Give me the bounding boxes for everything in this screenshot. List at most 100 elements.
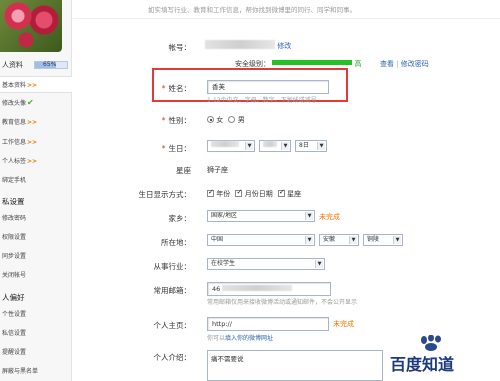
profile-progress-bar: 65%	[34, 61, 68, 69]
homepage-status: 未完成	[333, 320, 354, 328]
birth-month-select[interactable]: ▼	[259, 140, 291, 152]
profile-progress-text: 65%	[43, 61, 57, 68]
avatar[interactable]	[0, 0, 62, 52]
sidebar-section-preferences: 人偏好	[2, 293, 25, 302]
sidebar-item-education[interactable]: 教育信息>>	[0, 114, 72, 131]
gender-options: 女 男	[207, 115, 245, 125]
chevron-down-icon: ▼	[305, 212, 313, 220]
chevron-down-icon: ▼	[317, 142, 325, 150]
intro-textarea[interactable]: 痛不需要说	[207, 350, 383, 381]
birth-year-select[interactable]: ▼	[207, 140, 255, 152]
sidebar-item-sync[interactable]: 同步设置	[0, 248, 72, 265]
chevron-down-icon: ▼	[281, 142, 289, 150]
industry-value: 在校学生	[211, 260, 236, 267]
security-level-bar	[272, 60, 353, 65]
sidebar-item-notifications[interactable]: 提醒设置	[0, 344, 72, 361]
gender-male-label: 男	[237, 116, 245, 124]
sidebar-item-label: 同步设置	[2, 253, 27, 260]
page-hint: 如实填写行业、教育和工作信息，帮你找到微博里的同行、同学和同事。	[148, 6, 356, 14]
homepage-input[interactable]: http://	[207, 317, 329, 331]
chevron-down-icon: ▼	[245, 142, 253, 150]
homepage-label: 个人主页：	[153, 321, 192, 330]
view-security-link[interactable]: 查看	[380, 60, 394, 68]
birth-month-redacted	[263, 141, 277, 147]
account-row: 修改	[205, 40, 291, 51]
sidebar-item-avatar[interactable]: 修改头像✔	[0, 94, 72, 111]
birth-day-value: 8日	[299, 142, 309, 149]
chevron-right-icon: >>	[27, 119, 38, 126]
birthday-label-text: 生日：	[168, 144, 192, 153]
sidebar-item-work[interactable]: 工作信息>>	[0, 134, 72, 151]
sidebar-item-personalize[interactable]: 个性设置	[0, 306, 72, 323]
hometown-status: 未完成	[319, 213, 340, 221]
sidebar-item-label: 提醒设置	[2, 349, 27, 356]
sidebar-item-label: 教育信息	[2, 119, 27, 126]
sidebar-item-label: 私信设置	[2, 330, 27, 337]
industry-label: 从事行业：	[153, 262, 192, 271]
sidebar-item-change-password[interactable]: 修改密码	[0, 210, 72, 227]
baidu-zhidao-watermark: 百度知道	[390, 335, 498, 377]
sidebar-item-label: 修改头像	[2, 100, 27, 107]
sidebar-item-messages[interactable]: 私信设置	[0, 325, 72, 342]
email-input[interactable]: 46	[207, 282, 331, 296]
zodiac-label: 星座	[176, 166, 191, 175]
link-separator: |	[396, 60, 399, 68]
change-password-link[interactable]: 修改密码	[401, 60, 429, 68]
chevron-right-icon: >>	[27, 82, 38, 89]
birthday-display-options: 年份 月份日期 星座	[207, 188, 301, 199]
sidebar-item-blocklist[interactable]: 屏蔽与黑名单	[0, 363, 72, 380]
sidebar-item-label: 修改密码	[2, 215, 27, 222]
paw-logo-icon	[421, 335, 441, 351]
birth-year-redacted	[211, 141, 239, 147]
name-label: * 姓名：	[73, 83, 191, 94]
show-zodiac-checkbox[interactable]	[277, 188, 285, 197]
main-panel: 如实填写行业、教育和工作信息，帮你找到微博里的同行、同学和同事。 帐号： 修改 …	[73, 0, 500, 381]
birth-day-select[interactable]: 8日 ▼	[295, 140, 327, 152]
gender-male-radio[interactable]	[228, 116, 236, 123]
city-select[interactable]: 铜陵 ▼	[363, 234, 403, 246]
sidebar-item-label: 关闭帐号	[2, 272, 27, 279]
show-date-label: 月份日期	[244, 190, 273, 198]
chevron-down-icon: ▼	[393, 236, 401, 244]
email-label: 常用邮箱：	[153, 286, 192, 295]
name-hint: 1-12个中文、字母、数字、下划线或减号	[207, 97, 317, 104]
hometown-label: 家乡：	[168, 214, 192, 223]
required-mark: *	[161, 116, 166, 125]
watermark-text: 百度知道	[390, 355, 455, 374]
sidebar-item-bind-phone[interactable]: 绑定手机	[0, 172, 72, 189]
sidebar-item-close-account[interactable]: 关闭帐号	[0, 267, 72, 284]
province-select[interactable]: 安徽 ▼	[319, 234, 359, 246]
sidebar-item-permissions[interactable]: 权限设置	[0, 229, 72, 246]
hometown-value: 国家/地区	[211, 212, 238, 219]
sidebar-item-label: 工作信息	[2, 139, 27, 146]
hometown-select[interactable]: 国家/地区 ▼	[207, 210, 315, 222]
email-redacted	[222, 285, 293, 291]
sidebar-item-basic-info[interactable]: 基本资料>>	[0, 76, 72, 93]
sidebar: 人资料 65% 基本资料>> 修改头像✔ 教育信息>> 工作信息>> 个人标签>…	[0, 0, 72, 381]
homepage-fill-link[interactable]: 填入你的微博网址	[225, 335, 273, 342]
country-select[interactable]: 中国 ▼	[207, 234, 315, 246]
chevron-down-icon: ▼	[305, 236, 313, 244]
show-year-checkbox[interactable]	[207, 188, 214, 197]
homepage-hint-prefix: 你可以	[207, 335, 226, 342]
sidebar-item-label: 屏蔽与黑名单	[2, 368, 39, 375]
name-input[interactable]: 香芙	[207, 80, 329, 94]
gender-label-text: 性别：	[168, 116, 192, 125]
sidebar-item-label: 权限设置	[2, 234, 27, 241]
account-label: 帐号：	[168, 43, 192, 52]
required-mark: *	[161, 144, 166, 153]
intro-label: 个人介绍：	[153, 353, 192, 362]
edit-account-link[interactable]: 修改	[277, 42, 291, 50]
birthday-display-label: 生日显示方式：	[138, 190, 192, 199]
chevron-down-icon: ▼	[349, 236, 357, 244]
divider	[73, 18, 500, 19]
show-date-checkbox[interactable]	[235, 188, 243, 197]
sidebar-item-label: 个性设置	[2, 311, 27, 318]
email-hint: 常用邮箱仅用来接收微博活动或通知邮件，不会公开显示	[207, 299, 358, 306]
sidebar-item-tags[interactable]: 个人标签>>	[0, 153, 72, 170]
chevron-right-icon: >>	[27, 139, 38, 146]
homepage-hint: 你可以填入你的微博网址	[207, 333, 273, 342]
gender-female-radio[interactable]	[207, 116, 214, 123]
industry-select[interactable]: 在校学生 ▼	[207, 258, 325, 270]
profile-completion: 人资料 65%	[0, 60, 72, 71]
